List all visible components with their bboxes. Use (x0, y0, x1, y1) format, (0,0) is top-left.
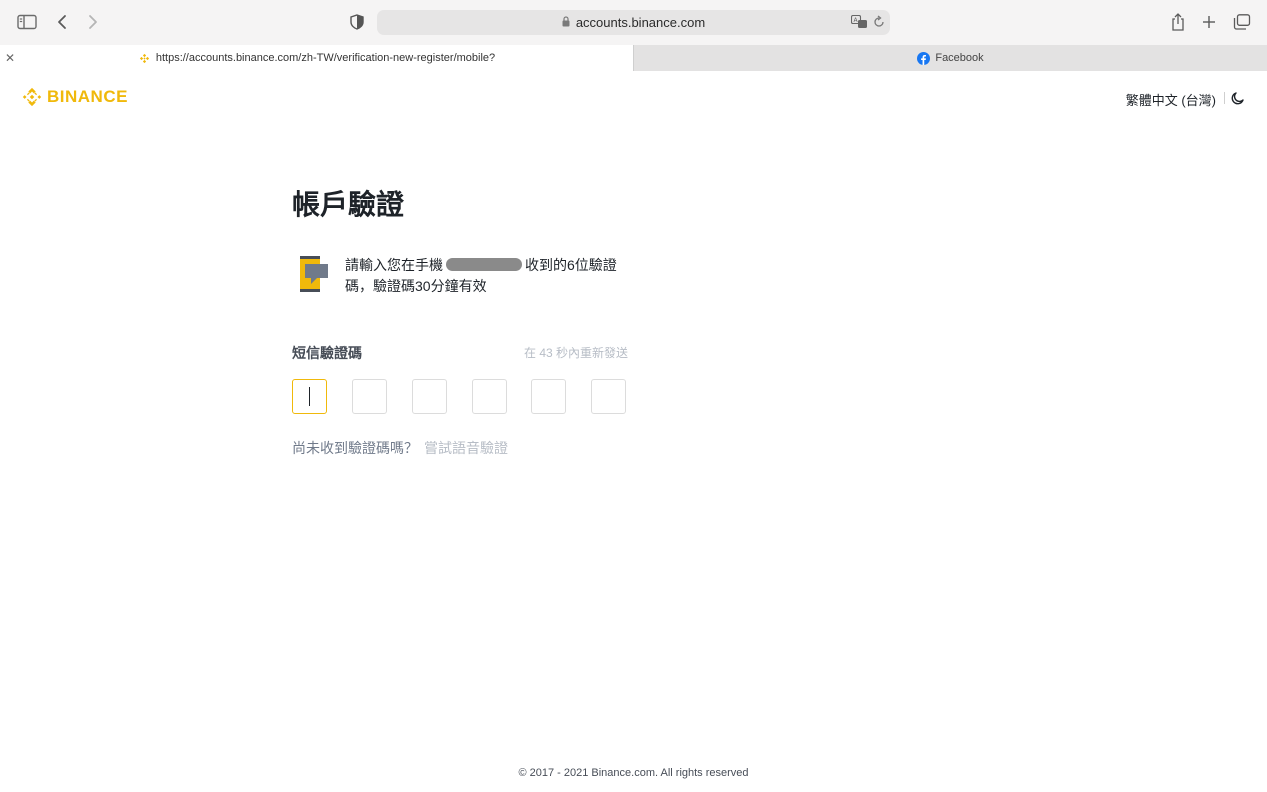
text-caret (309, 387, 310, 406)
sms-phone-icon (299, 255, 329, 298)
verification-message: 請輸入您在手機 收到的6位驗證碼，驗證碼30分鐘有效 (345, 255, 635, 297)
code-digit-input-4[interactable] (472, 379, 507, 414)
binance-favicon-icon (138, 52, 151, 65)
page-title: 帳戶驗證 (292, 189, 405, 220)
browser-toolbar: accounts.binance.com A (0, 0, 1267, 45)
address-bar[interactable]: accounts.binance.com A (377, 10, 890, 35)
new-tab-icon[interactable] (1197, 10, 1221, 34)
binance-logo-icon (22, 87, 42, 107)
tab-overview-icon[interactable] (1230, 10, 1254, 34)
no-code-text: 尚未收到驗證碼嗎？ (292, 440, 418, 456)
lock-icon (562, 15, 570, 30)
binance-logo[interactable]: BINANCE (21, 86, 128, 108)
message-part1: 請輸入您在手機 (345, 257, 443, 273)
tab-title: Facebook (935, 52, 984, 64)
close-tab-icon[interactable]: ✕ (5, 51, 15, 65)
facebook-favicon-icon (917, 51, 931, 65)
code-digit-input-6[interactable] (591, 379, 626, 414)
code-digit-input-3[interactable] (412, 379, 447, 414)
sidebar-toggle-icon[interactable] (15, 10, 39, 34)
redacted-phone-number (446, 258, 522, 271)
reload-icon[interactable] (873, 15, 885, 32)
forward-icon[interactable] (81, 10, 105, 34)
footer-copyright: © 2017 - 2021 Binance.com. All rights re… (518, 767, 749, 779)
tab-binance[interactable]: ✕ https://accounts.binance.com/zh-TW/ver… (0, 45, 633, 71)
logo-text: BINANCE (47, 87, 128, 106)
header-divider (1224, 92, 1225, 104)
dark-mode-toggle-icon[interactable] (1231, 91, 1245, 110)
tab-facebook[interactable]: Facebook (633, 45, 1267, 71)
voice-verification-link[interactable]: 嘗試語音驗證 (424, 440, 508, 456)
privacy-shield-icon[interactable] (345, 10, 369, 34)
sms-code-label: 短信驗證碼 (292, 345, 362, 361)
back-icon[interactable] (50, 10, 74, 34)
code-digit-input-2[interactable] (352, 379, 387, 414)
translate-icon[interactable]: A (850, 14, 868, 32)
address-text: accounts.binance.com (575, 15, 706, 30)
tab-title: https://accounts.binance.com/zh-TW/verif… (155, 52, 496, 64)
code-digit-input-5[interactable] (531, 379, 566, 414)
language-selector[interactable]: 繁體中文 (台灣) (1126, 90, 1216, 109)
tab-bar: ✕ https://accounts.binance.com/zh-TW/ver… (0, 45, 1267, 71)
no-code-prompt: 尚未收到驗證碼嗎？ 嘗試語音驗證 (292, 438, 508, 458)
share-icon[interactable] (1166, 10, 1190, 34)
resend-countdown: 在 43 秒內重新發送 (524, 346, 629, 360)
